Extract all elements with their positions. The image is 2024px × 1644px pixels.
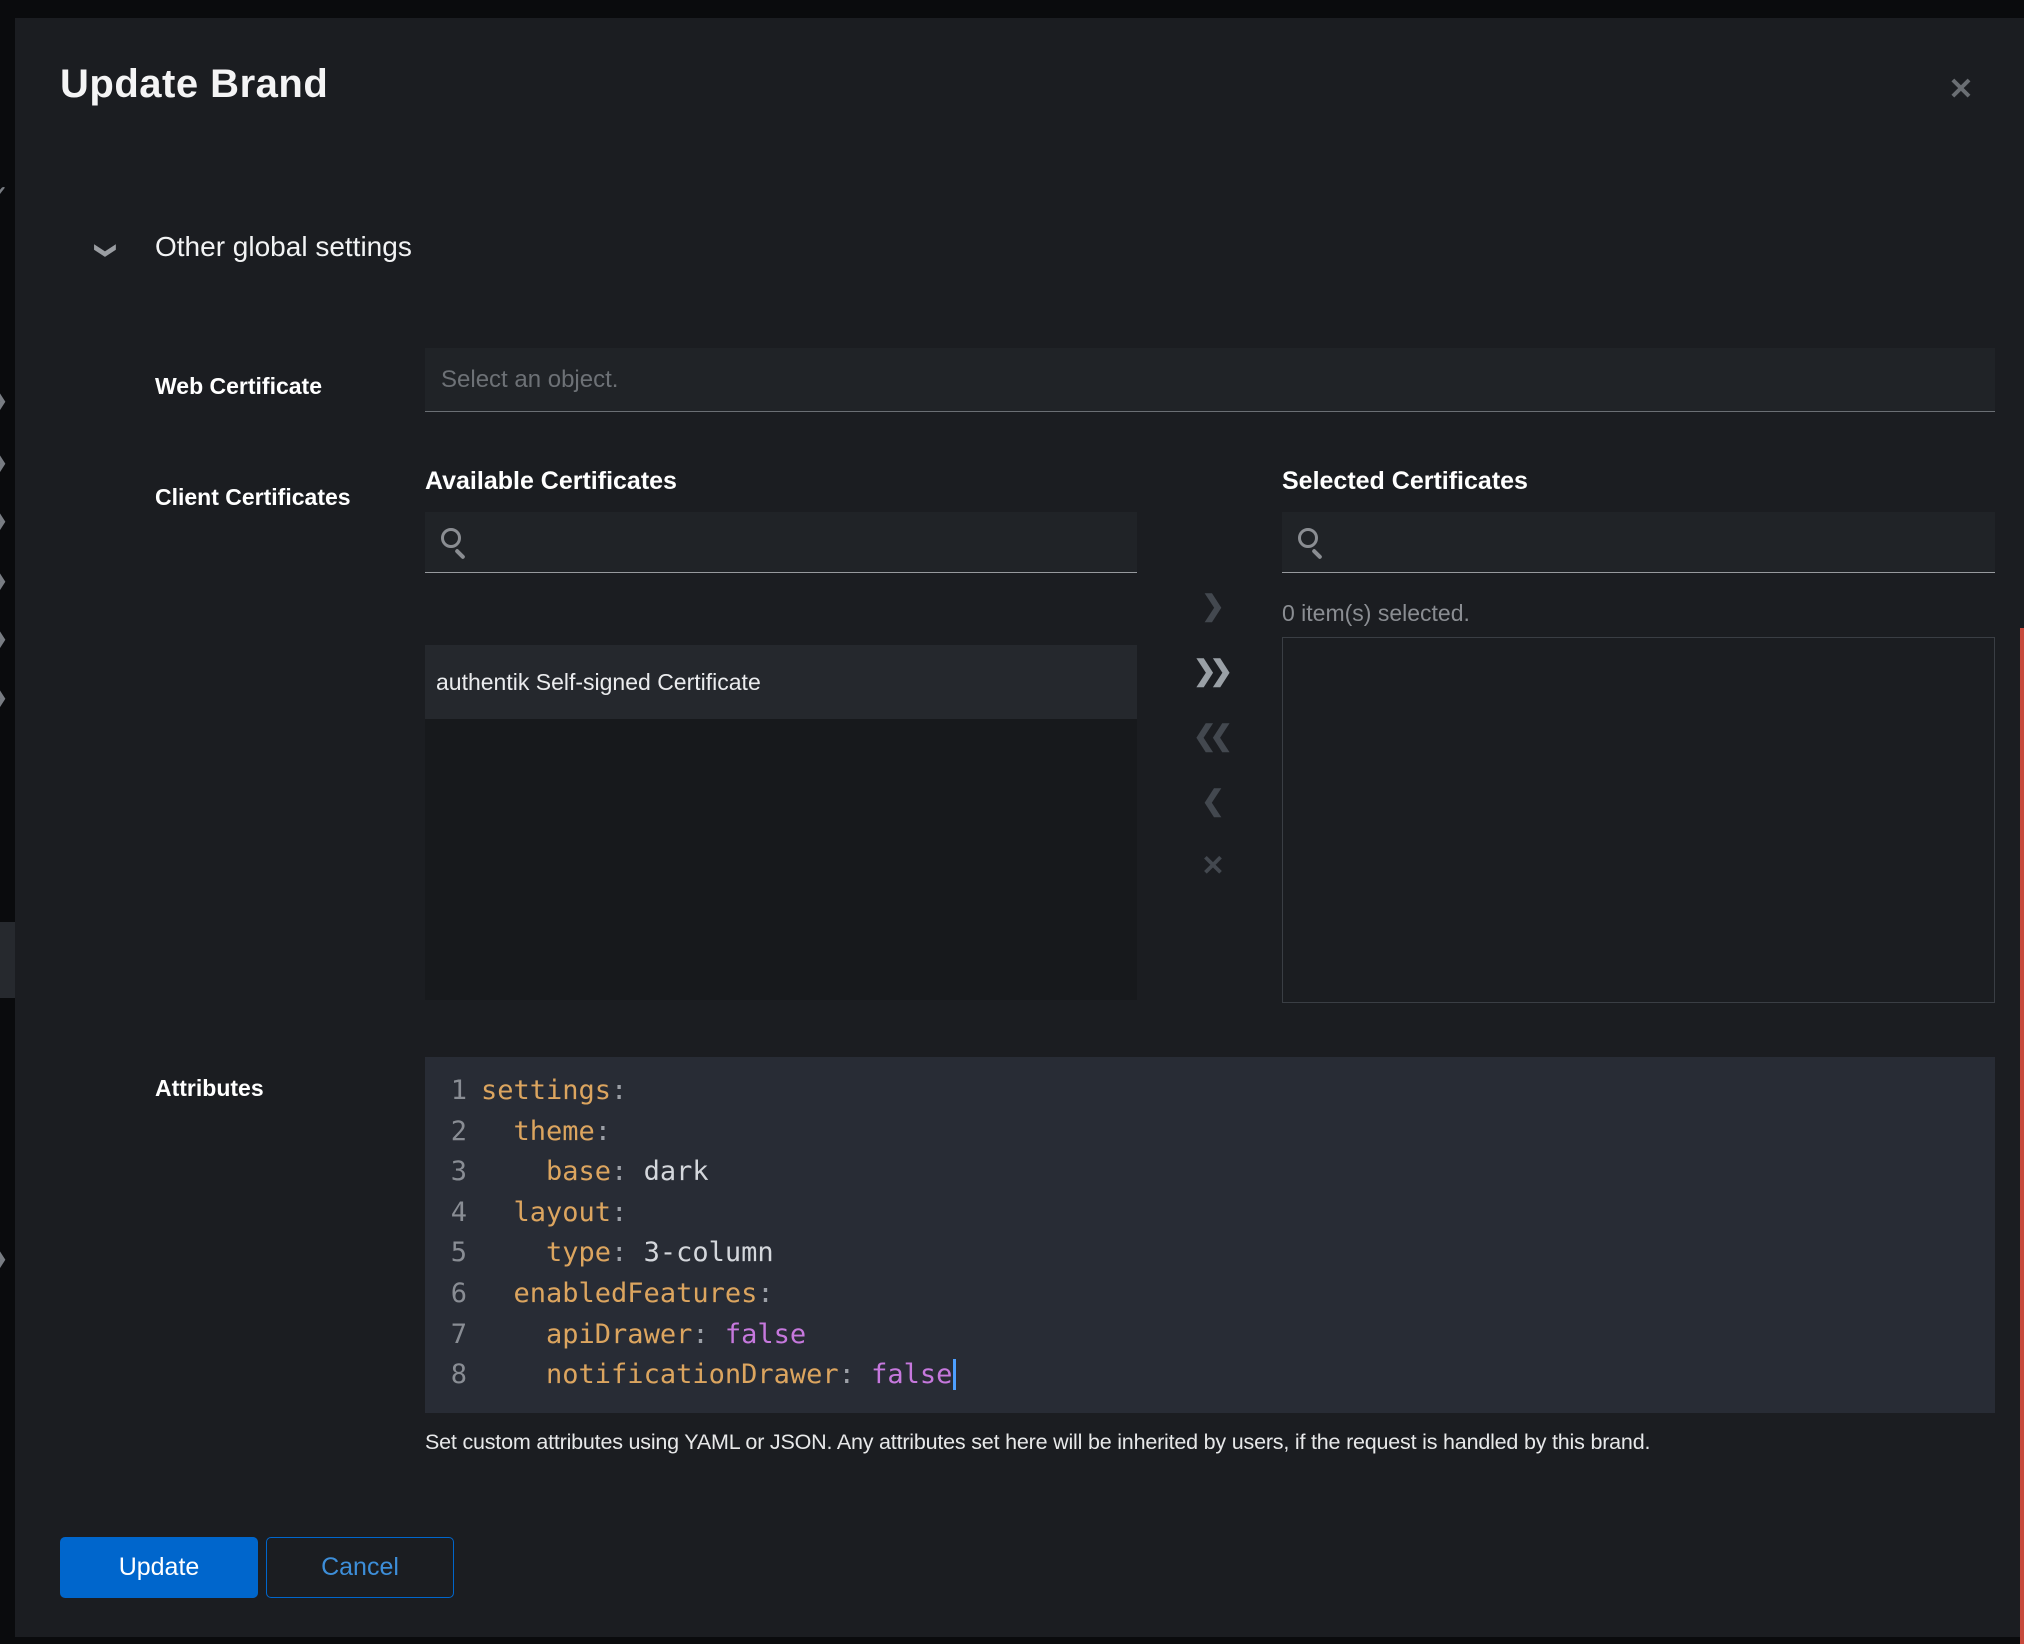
selected-count-status: 0 item(s) selected. — [1282, 600, 1470, 627]
line-number: 6 — [425, 1274, 467, 1315]
modal-title: Update Brand — [60, 62, 328, 107]
chevron-right-icon: ❯ — [0, 626, 8, 651]
background-sidebar-sliver: ✓ ❯ ❯ ❯ ❯ ❯ ❯ ❯ — [0, 0, 15, 1644]
available-certificates-list: authentik Self-signed Certificate — [425, 645, 1137, 1000]
background-red-edge — [2020, 628, 2024, 1644]
sidebar-active-item-sliver — [0, 922, 15, 998]
code-line: 6 enabledFeatures: — [425, 1274, 1995, 1315]
chevron-right-icon: ❯ — [0, 685, 8, 710]
attributes-help-text: Set custom attributes using YAML or JSON… — [425, 1430, 1985, 1455]
code-line: 3 base: dark — [425, 1152, 1995, 1193]
search-icon — [441, 528, 461, 548]
angle-double-left-icon: ❮❮ — [1193, 720, 1233, 751]
code-line: 4 layout: — [425, 1193, 1995, 1234]
available-certificates-header: Available Certificates — [425, 467, 677, 496]
code-line: 1settings: — [425, 1071, 1995, 1112]
update-button[interactable]: Update — [60, 1537, 258, 1598]
angle-right-icon: ❯ — [1201, 590, 1224, 621]
chevron-right-icon: ❯ — [0, 508, 8, 533]
move-selected-left-button[interactable]: ❮ — [1171, 779, 1255, 823]
selected-search-box — [1282, 512, 1995, 573]
chevron-right-icon: ❯ — [0, 388, 8, 413]
line-number: 1 — [425, 1071, 467, 1112]
update-brand-modal: Update Brand ✕ ❯ Other global settings W… — [15, 18, 2024, 1637]
attributes-label: Attributes — [155, 1075, 264, 1102]
angle-left-icon: ❮ — [1201, 785, 1224, 816]
line-number: 8 — [425, 1355, 467, 1396]
chevron-down-icon[interactable]: ❯ — [97, 238, 127, 268]
list-item[interactable]: authentik Self-signed Certificate — [425, 645, 1137, 719]
times-icon: ✕ — [1201, 850, 1224, 881]
close-icon[interactable]: ✕ — [1937, 66, 1985, 114]
web-certificate-select[interactable] — [425, 348, 1995, 412]
available-search-box — [425, 512, 1137, 573]
transfer-buttons: ❯❯❯❮❮❮✕ — [1171, 584, 1255, 909]
section-toggle-other-global-settings[interactable]: Other global settings — [155, 231, 412, 263]
line-number: 4 — [425, 1193, 467, 1234]
text-caret — [953, 1359, 956, 1390]
screen: ✓❯❯❯❯❯❯❯ Update Brand ✕ ❯ Other global s… — [0, 0, 2024, 1644]
available-search-input[interactable] — [473, 512, 1133, 572]
code-line: 5 type: 3-column — [425, 1233, 1995, 1274]
cancel-button[interactable]: Cancel — [266, 1537, 454, 1598]
client-certificates-label: Client Certificates — [155, 484, 351, 511]
code-line: 2 theme: — [425, 1112, 1995, 1153]
line-number: 2 — [425, 1112, 467, 1153]
chevron-right-icon: ❯ — [0, 568, 8, 593]
move-selected-right-button[interactable]: ❯ — [1171, 584, 1255, 628]
chevron-right-icon: ❯ — [0, 1246, 8, 1271]
search-icon — [1298, 528, 1318, 548]
code-line: 7 apiDrawer: false — [425, 1315, 1995, 1356]
clear-selected-button[interactable]: ✕ — [1171, 844, 1255, 888]
selected-certificates-list — [1282, 637, 1995, 1003]
web-certificate-label: Web Certificate — [155, 373, 322, 400]
selected-search-input[interactable] — [1330, 512, 1991, 572]
check-icon: ✓ — [0, 181, 8, 206]
angle-double-right-icon: ❯❯ — [1193, 655, 1233, 686]
move-all-right-button[interactable]: ❯❯ — [1171, 649, 1255, 693]
selected-certificates-header: Selected Certificates — [1282, 467, 1528, 496]
line-number: 5 — [425, 1233, 467, 1274]
line-number: 3 — [425, 1152, 467, 1193]
chevron-right-icon: ❯ — [0, 450, 8, 475]
code-line: 8 notificationDrawer: false — [425, 1355, 1995, 1396]
attributes-code-editor[interactable]: 1settings:2 theme:3 base: dark4 layout:5… — [425, 1057, 1995, 1413]
line-number: 7 — [425, 1315, 467, 1356]
move-all-left-button[interactable]: ❮❮ — [1171, 714, 1255, 758]
